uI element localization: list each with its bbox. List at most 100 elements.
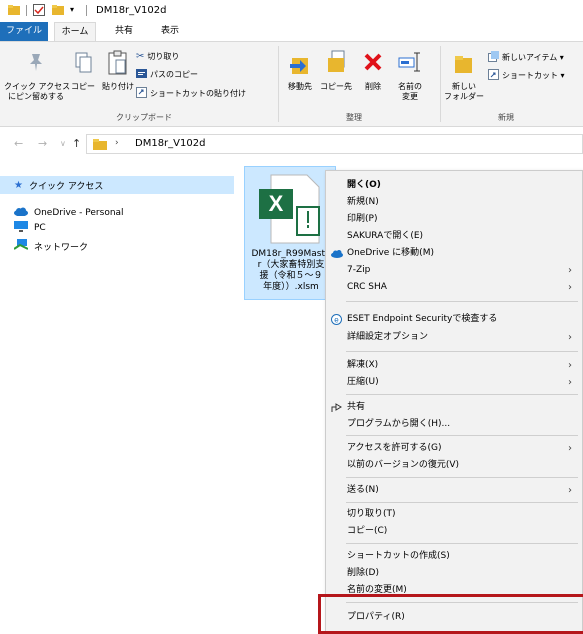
new-folder-label-line1: 新しい xyxy=(452,82,476,91)
divider xyxy=(26,5,27,16)
breadcrumb-current-folder[interactable]: DM18r_V102d xyxy=(135,138,205,149)
menu-separator xyxy=(346,502,578,503)
new-folder-label-line2: フォルダー xyxy=(444,92,484,101)
paste-shortcut-button[interactable]: ショートカットの貼り付け xyxy=(136,87,246,100)
file-name-line: 援（令和５～９ xyxy=(259,271,323,281)
menu-item-onedrive-move[interactable]: OneDrive に移動(M) xyxy=(326,245,582,262)
move-to-label: 移動先 xyxy=(288,82,312,91)
menu-item-restore-versions[interactable]: 以前のバージョンの復元(V) xyxy=(326,457,582,474)
menu-item-eset-scan[interactable]: e ESET Endpoint Securityで検査する xyxy=(326,311,582,328)
submenu-arrow-icon: › xyxy=(568,332,572,343)
new-group-label: 新規 xyxy=(498,113,514,122)
customize-dropdown-icon[interactable]: ▾ xyxy=(70,5,82,17)
nav-label: クイック アクセス xyxy=(28,181,104,192)
navigation-pane: ★ クイック アクセス OneDrive - Personal PC ネットワー… xyxy=(0,160,234,633)
nav-label: PC xyxy=(34,223,46,233)
properties-checkbox-icon[interactable] xyxy=(33,4,45,16)
menu-item-delete[interactable]: 削除(D) xyxy=(326,565,582,582)
menu-separator xyxy=(346,394,578,395)
address-field[interactable]: › DM18r_V102d xyxy=(86,134,583,154)
menu-item-compress[interactable]: 圧縮(U) › xyxy=(326,374,582,391)
title-bar: ▾ DM18r_V102d xyxy=(0,0,583,22)
new-item-icon xyxy=(488,51,499,64)
address-bar: ← → ∨ ↑ › DM18r_V102d xyxy=(0,127,583,160)
new-item-button[interactable]: 新しいアイテム ▾ xyxy=(488,51,564,64)
recent-locations-chevron-icon[interactable]: ∨ xyxy=(60,139,66,148)
menu-item-label: OneDrive に移動(M) xyxy=(347,248,434,258)
menu-item-label: 共有 xyxy=(347,402,366,412)
pin-quick-access-button[interactable]: クイック アクセス にピン留めする xyxy=(4,48,71,108)
menu-item-send-to[interactable]: 送る(N) › xyxy=(326,482,582,499)
new-folder-icon xyxy=(454,52,474,77)
nav-item-pc[interactable]: PC xyxy=(14,219,46,237)
paste-shortcut-icon xyxy=(136,87,147,100)
nav-label: ネットワーク xyxy=(34,242,89,253)
menu-item-sakura[interactable]: SAKURAで開く(E) xyxy=(326,228,582,245)
up-arrow-icon[interactable]: ↑ xyxy=(72,137,81,150)
tab-share[interactable]: 共有 xyxy=(104,22,144,41)
nav-label: OneDrive - Personal xyxy=(34,208,124,218)
move-to-button[interactable]: 移動先 xyxy=(282,48,318,108)
submenu-arrow-icon: › xyxy=(568,360,572,371)
menu-item-advanced-options[interactable]: 詳細設定オプション › xyxy=(326,329,582,346)
eset-icon: e xyxy=(331,314,342,325)
menu-item-extract[interactable]: 解凍(X) › xyxy=(326,357,582,374)
paste-button[interactable]: 貼り付け xyxy=(100,48,136,108)
copy-to-button[interactable]: コピー先 xyxy=(318,48,354,108)
ribbon: クイック アクセス にピン留めする コピー 貼り付け ✂ 切り取り パスのコピー… xyxy=(0,41,583,127)
menu-item-label: アクセスを許可する(G) xyxy=(347,443,442,453)
new-folder-button[interactable]: 新しい フォルダー xyxy=(444,48,484,108)
menu-item-crc-sha[interactable]: CRC SHA › xyxy=(326,279,582,296)
copy-to-label: コピー先 xyxy=(320,82,352,91)
submenu-arrow-icon: › xyxy=(568,282,572,293)
copy-to-icon xyxy=(326,50,348,77)
context-menu: 開く(O) 新規(N) 印刷(P) SAKURAで開く(E) OneDrive … xyxy=(325,170,583,633)
menu-item-print[interactable]: 印刷(P) xyxy=(326,211,582,228)
menu-item-grant-access[interactable]: アクセスを許可する(G) › xyxy=(326,440,582,457)
window-title: DM18r_V102d xyxy=(96,5,167,16)
menu-item-copy[interactable]: コピー(C) xyxy=(326,523,582,540)
file-name-line: r（大家畜特別支 xyxy=(257,260,325,270)
organize-group-label: 整理 xyxy=(346,113,362,122)
tab-home[interactable]: ホーム xyxy=(54,22,96,41)
easy-access-button[interactable]: ショートカット ▾ xyxy=(488,69,565,82)
nav-item-network[interactable]: ネットワーク xyxy=(13,237,89,255)
menu-item-cut[interactable]: 切り取り(T) xyxy=(326,506,582,523)
breadcrumb-chevron-icon[interactable]: › xyxy=(115,138,119,148)
tab-file[interactable]: ファイル xyxy=(0,22,48,41)
pin-label-line1: クイック アクセス xyxy=(4,82,71,91)
new-folder-icon[interactable] xyxy=(52,4,64,16)
menu-item-new[interactable]: 新規(N) xyxy=(326,194,582,211)
file-item-selected[interactable]: X DM18r_R99Maste r（大家畜特別支 援（令和５～９ 年度））.x… xyxy=(244,166,336,300)
back-arrow-icon[interactable]: ← xyxy=(14,137,23,150)
menu-item-open[interactable]: 開く(O) xyxy=(326,177,582,194)
menu-item-create-shortcut[interactable]: ショートカットの作成(S) xyxy=(326,548,582,565)
menu-item-label: 解凍(X) xyxy=(347,360,379,370)
rename-icon xyxy=(398,52,422,75)
cloud-icon xyxy=(14,207,28,219)
rename-button[interactable]: 名前の 変更 xyxy=(392,48,428,108)
nav-item-quick-access[interactable]: ★ クイック アクセス xyxy=(0,176,234,194)
pin-label-line2: にピン留めする xyxy=(8,92,64,101)
folder-icon xyxy=(93,138,107,153)
scissors-icon: ✂ xyxy=(136,51,145,62)
menu-separator xyxy=(346,543,578,544)
paste-label: 貼り付け xyxy=(102,82,134,91)
copy-path-button[interactable]: パスのコピー xyxy=(136,69,198,80)
copy-button[interactable]: コピー xyxy=(68,48,98,108)
menu-item-open-with[interactable]: プログラムから開く(H)... xyxy=(326,416,582,433)
file-name-line: DM18r_R99Maste xyxy=(251,249,331,259)
file-name-line: 年度））.xlsm xyxy=(263,282,319,292)
menu-item-7zip[interactable]: 7-Zip › xyxy=(326,262,582,279)
tab-view[interactable]: 表示 xyxy=(150,22,190,41)
file-name-label: DM18r_R99Maste r（大家畜特別支 援（令和５～９ 年度））.xls… xyxy=(247,249,335,293)
menu-item-label: 詳細設定オプション xyxy=(347,332,429,342)
svg-text:e: e xyxy=(334,316,339,325)
menu-item-share[interactable]: 共有 xyxy=(326,399,582,416)
network-icon xyxy=(13,239,29,253)
delete-button[interactable]: 削除 xyxy=(358,48,388,108)
cut-button[interactable]: ✂ 切り取り xyxy=(136,51,179,62)
forward-arrow-icon[interactable]: → xyxy=(38,137,47,150)
shortcut-icon xyxy=(488,69,499,82)
menu-separator xyxy=(346,301,578,302)
